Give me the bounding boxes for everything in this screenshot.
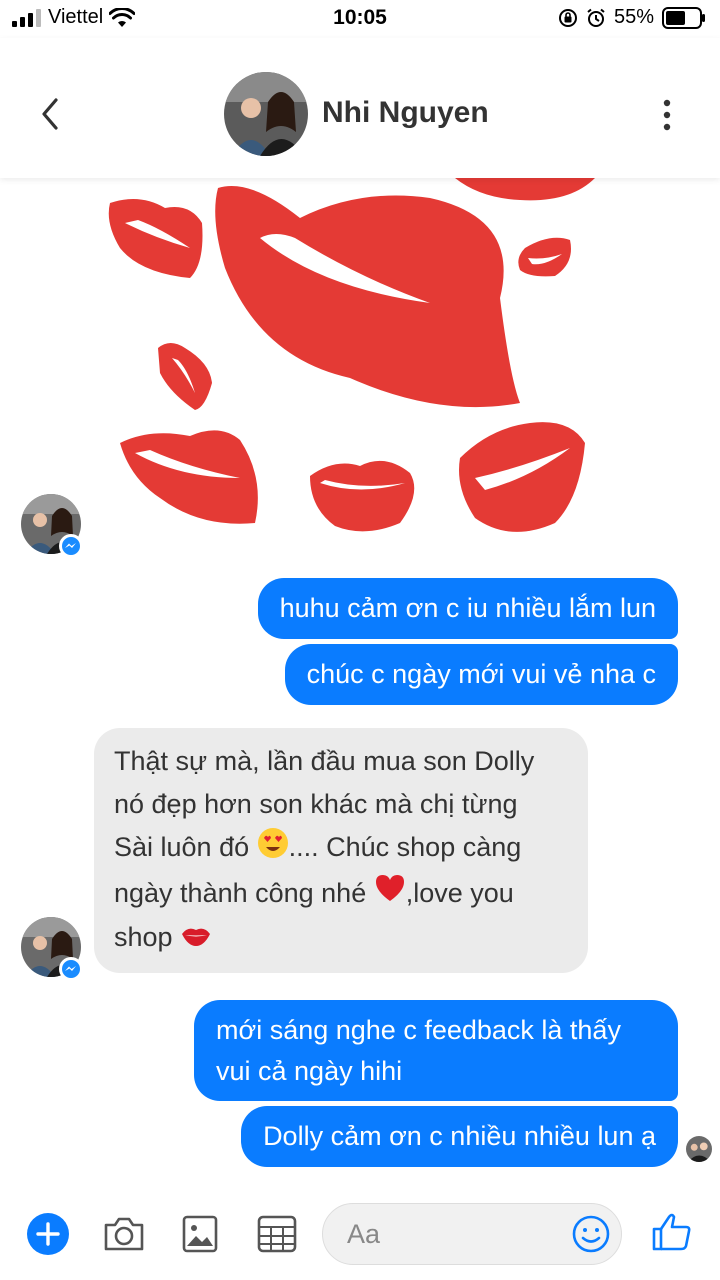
message-line: shop xyxy=(114,916,568,960)
status-right: 55% xyxy=(558,6,706,29)
avatar-photo-icon xyxy=(224,72,308,156)
message-input[interactable] xyxy=(347,1204,567,1264)
message-line: Thật sự mà, lần đầu mua son Dolly xyxy=(114,746,535,776)
battery-icon xyxy=(662,6,705,29)
conversation-header: Nhi Nguyen xyxy=(0,38,720,178)
outgoing-message[interactable]: chúc c ngày mới vui vẻ nha c xyxy=(284,644,678,705)
message-line: Sài luôn đó .... Chúc shop càng xyxy=(114,826,568,871)
camera-icon[interactable] xyxy=(102,1215,146,1253)
red-heart-emoji-icon xyxy=(374,873,406,916)
avatar-photo-icon xyxy=(686,1136,712,1162)
messenger-badge xyxy=(59,534,83,558)
message-line: mới sáng nghe c feedback là thấy xyxy=(216,1015,621,1045)
message-text: Sài luôn đó xyxy=(114,832,250,863)
status-bar: Viettel 10:05 55% xyxy=(0,0,720,38)
thumbs-up-icon[interactable] xyxy=(650,1211,692,1253)
calendar-icon[interactable] xyxy=(257,1215,297,1253)
message-text: .... Chúc shop càng xyxy=(288,832,522,863)
contact-avatar[interactable] xyxy=(224,72,308,156)
composer-bar xyxy=(0,1195,720,1280)
message-text: shop xyxy=(114,922,173,953)
outgoing-message[interactable]: mới sáng nghe c feedback là thấy vui cả … xyxy=(194,1000,678,1101)
kiss-lips-emoji-icon xyxy=(180,918,212,961)
heart-eyes-emoji-icon xyxy=(257,827,289,872)
rotation-lock-icon xyxy=(558,8,577,27)
messenger-icon xyxy=(65,966,76,971)
contact-name[interactable]: Nhi Nguyen xyxy=(322,96,489,130)
incoming-message[interactable]: Thật sự mà, lần đầu mua son Dolly nó đẹp… xyxy=(94,728,588,973)
read-receipt-avatar xyxy=(686,1136,712,1162)
messenger-badge xyxy=(59,957,83,981)
back-arrow-icon[interactable] xyxy=(36,96,66,132)
lips-sticker[interactable] xyxy=(100,178,600,553)
battery-percent: 55% xyxy=(613,6,654,28)
plus-icon[interactable] xyxy=(27,1213,69,1255)
outgoing-message[interactable]: Dolly cảm ơn c nhiều nhiều lun ạ xyxy=(241,1106,678,1167)
outgoing-message[interactable]: huhu cảm ơn c iu nhiều lắm lun xyxy=(257,578,678,639)
alarm-icon xyxy=(587,8,605,27)
more-options-icon[interactable] xyxy=(656,98,678,132)
message-line: ngày thành công nhé ,love you xyxy=(114,872,568,916)
message-input-container[interactable] xyxy=(322,1203,622,1265)
message-line: nó đẹp hơn son khác mà chị từng xyxy=(114,789,518,820)
messenger-icon xyxy=(65,543,76,548)
emoji-icon[interactable] xyxy=(571,1214,611,1254)
gallery-icon[interactable] xyxy=(182,1215,218,1253)
message-text: ,love you xyxy=(405,877,514,908)
message-line: vui cả ngày hihi xyxy=(216,1055,403,1086)
message-text: ngày thành công nhé xyxy=(114,877,367,908)
message-list[interactable]: huhu cảm ơn c iu nhiều lắm lun chúc c ng… xyxy=(0,178,720,1190)
